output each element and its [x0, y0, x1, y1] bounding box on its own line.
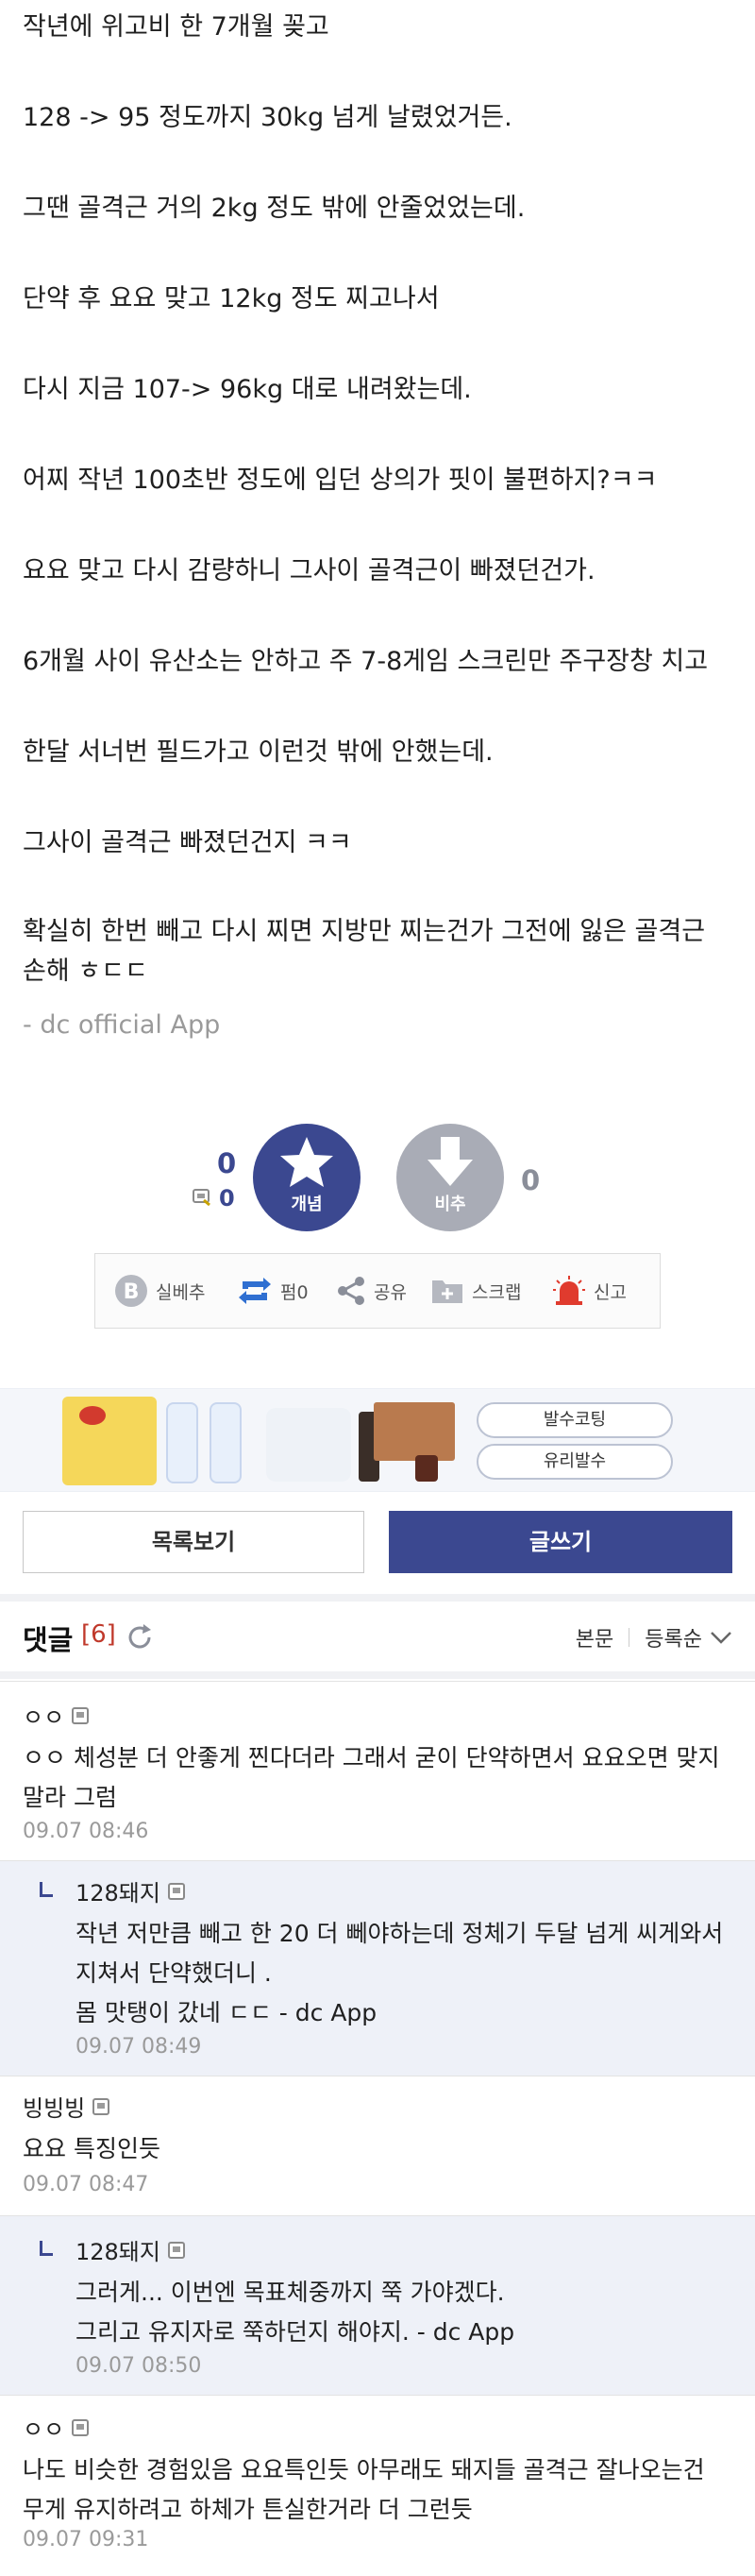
- comment-item: ㅇㅇ 나도 비슷한 경험있음 요요특인듯 아무래도 돼지들 골격근 잘나오는건 …: [0, 2395, 755, 2576]
- ad-product-image: [415, 1455, 438, 1482]
- post-paragraph: 다시 지금 107-> 96kg 대로 내려왔는데.: [23, 375, 472, 404]
- post-paragraph: 확실히 한번 빼고 다시 찌면 지방만 찌는건가 그전에 잃은 골격근 손해 ㅎ…: [23, 917, 706, 986]
- comment-date: 09.07 08:47: [23, 2173, 149, 2196]
- ad-product-image: [374, 1402, 455, 1461]
- comment-date: 09.07 08:49: [76, 2035, 202, 2059]
- comments-title: 댓글: [23, 1624, 74, 1656]
- upvote-label: 개념: [291, 1195, 323, 1214]
- comments-count: [6]: [81, 1620, 116, 1649]
- report-button[interactable]: 신고: [552, 1254, 627, 1328]
- upvote-count: 0: [217, 1147, 237, 1179]
- chevron-down-icon[interactable]: [710, 1631, 732, 1644]
- share-copy-button[interactable]: 펌0: [237, 1254, 309, 1328]
- comment-item: ㅇㅇ ㅇㅇ 체성분 더 안좋게 찐다더라 그래서 굳이 단약하면서 요요오면 맞…: [0, 1681, 755, 1860]
- fixed-user-icon: [193, 1189, 211, 1207]
- comment-reply-item: 128돼지 작년 저만큼 빼고 한 20 더 뻬야하는데 정체기 두달 넘게 씨…: [0, 1860, 755, 2076]
- downvote-count: 0: [521, 1164, 541, 1196]
- share-copy-label: 펌0: [280, 1281, 309, 1303]
- ad-pill-button[interactable]: 유리발수: [477, 1444, 673, 1480]
- user-badge-icon: [92, 2097, 110, 2115]
- user-badge-icon: [72, 2418, 90, 2436]
- list-button[interactable]: 목록보기: [23, 1511, 364, 1573]
- post-paragraph: 요요 맞고 다시 감량하니 그사이 골격근이 빠졌던건가.: [23, 556, 596, 585]
- best-recommend-label: 실베추: [156, 1281, 206, 1303]
- report-label: 신고: [594, 1281, 627, 1303]
- post-paragraph: 128 -> 95 정도까지 30kg 넘게 날렸었거든.: [23, 103, 512, 132]
- comment-author[interactable]: 128돼지: [76, 2233, 185, 2266]
- comment-author-name: 128돼지: [76, 2239, 160, 2265]
- scrap-label: 스크랩: [472, 1281, 522, 1303]
- comment-author[interactable]: ㅇㅇ: [23, 1699, 90, 1732]
- post-signature: - dc official App: [23, 1010, 221, 1040]
- comment-body: 작년 저만큼 빼고 한 20 더 뻬야하는데 정체기 두달 넘게 씨게와서 지쳐…: [76, 1920, 724, 2026]
- share-label: 공유: [374, 1281, 407, 1303]
- ad-banner[interactable]: 발수코팅 유리발수: [0, 1388, 755, 1492]
- comment-author-name: ㅇㅇ: [23, 1704, 65, 1731]
- siren-icon: [552, 1275, 586, 1307]
- best-recommend-button[interactable]: B 실베추: [114, 1254, 205, 1328]
- scrap-button[interactable]: 스크랩: [430, 1254, 521, 1328]
- refresh-icon[interactable]: [125, 1622, 155, 1656]
- comment-date: 09.07 08:50: [76, 2354, 202, 2378]
- post-paragraph: 그사이 골격근 빠졌던건지 ㅋㅋ: [23, 828, 352, 857]
- reply-indicator-icon: [40, 2241, 53, 2256]
- comment-item: 빙빙빙 요요 특징인듯 09.07 08:47: [0, 2076, 755, 2215]
- ad-product-logo: [79, 1406, 106, 1425]
- post-paragraph: 그땐 골격근 거의 2kg 정도 밖에 안줄었었는데.: [23, 194, 526, 223]
- ad-product-image: [166, 1402, 198, 1483]
- post-paragraph: 한달 서너번 필드가고 이런것 밖에 안했는데.: [23, 737, 494, 767]
- vote-area: 0 0 개념 비추 0: [0, 1119, 755, 1232]
- comment-body: 그러게... 이번엔 목표체중까지 쭉 가야겠다. 그리고 유지자로 쭉하던지 …: [76, 2279, 515, 2346]
- post-paragraph: 6개월 사이 유산소는 안하고 주 7-8게임 스크린만 주구장창 치고: [23, 647, 709, 676]
- sort-body-button[interactable]: 본문: [576, 1622, 613, 1652]
- upvote-button[interactable]: 개념: [253, 1124, 361, 1231]
- share-button[interactable]: 공유: [336, 1254, 407, 1328]
- ad-product-image: [266, 1408, 351, 1482]
- folder-plus-icon: [430, 1277, 464, 1305]
- comment-sort: 본문 등록순: [576, 1622, 732, 1652]
- comments-header: 댓글 [6] 본문 등록순: [0, 1605, 755, 1671]
- b-circle-icon: B: [114, 1274, 148, 1308]
- post-paragraph: 작년에 위고비 한 7개월 꽂고: [23, 12, 329, 42]
- arrow-down-icon: [428, 1137, 473, 1186]
- post-paragraph: 단약 후 요요 맞고 12kg 정도 찌고나서: [23, 284, 440, 314]
- comment-author[interactable]: 빙빙빙: [23, 2090, 110, 2123]
- comment-date: 09.07 09:31: [23, 2528, 149, 2551]
- user-badge-icon: [167, 2241, 185, 2259]
- user-badge-icon: [72, 1706, 90, 1724]
- section-divider: [0, 1594, 755, 1602]
- downvote-label: 비추: [434, 1195, 466, 1214]
- comment-author-name: 128돼지: [76, 1880, 160, 1907]
- reply-indicator-icon: [40, 1882, 53, 1897]
- ad-product-image: [62, 1397, 157, 1485]
- section-divider: [0, 1671, 755, 1679]
- comment-author[interactable]: ㅇㅇ: [23, 2411, 90, 2444]
- post-paragraph: 어찌 작년 100초반 정도에 입던 상의가 핏이 불편하지?ㅋㅋ: [23, 466, 658, 495]
- user-badge-icon: [167, 1882, 185, 1900]
- comment-body: 나도 비슷한 경험있음 요요특인듯 아무래도 돼지들 골격근 잘나오는건 무게 …: [23, 2456, 705, 2523]
- sort-order-button[interactable]: 등록순: [645, 1622, 702, 1652]
- retweet-icon: [237, 1276, 273, 1306]
- share-icon: [336, 1276, 366, 1306]
- comment-body: ㅇㅇ 체성분 더 안좋게 찐다더라 그래서 굳이 단약하면서 요요오면 맞지 말…: [23, 1744, 720, 1811]
- downvote-button[interactable]: 비추: [396, 1124, 504, 1231]
- svg-text:B: B: [124, 1280, 140, 1304]
- comment-date: 09.07 08:46: [23, 1820, 149, 1843]
- comment-body: 요요 특징인듯: [23, 2135, 160, 2162]
- comment-author-name: 빙빙빙: [23, 2095, 86, 2122]
- write-button[interactable]: 글쓰기: [389, 1511, 732, 1573]
- star-icon: [280, 1137, 333, 1187]
- comment-author-name: ㅇㅇ: [23, 2416, 65, 2443]
- ad-product-image: [210, 1402, 242, 1483]
- comment-reply-item: 128돼지 그러게... 이번엔 목표체중까지 쭉 가야겠다. 그리고 유지자로…: [0, 2215, 755, 2395]
- comment-author[interactable]: 128돼지: [76, 1874, 185, 1907]
- ad-pill-button[interactable]: 발수코팅: [477, 1402, 673, 1438]
- fixed-upvote-count: 0: [219, 1185, 235, 1212]
- post-actions-bar: B 실베추 펌0 공유 스크랩 신고: [94, 1253, 661, 1329]
